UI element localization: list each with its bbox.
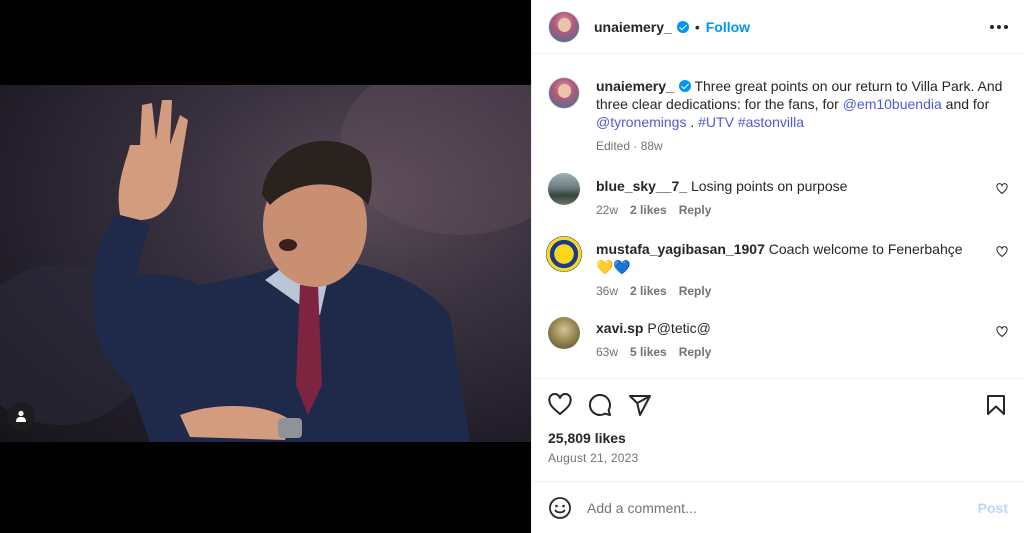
comment-text: P@tetic@ xyxy=(647,320,711,336)
comment-composer: Post xyxy=(532,481,1024,533)
action-icons xyxy=(548,393,1008,417)
comment-icon[interactable] xyxy=(588,393,612,417)
hashtag-link[interactable]: #astonvilla xyxy=(738,114,804,130)
more-options-icon[interactable] xyxy=(990,24,1008,29)
verified-badge-icon xyxy=(678,80,691,92)
comment-likes[interactable]: 2 likes xyxy=(630,284,667,298)
comments-list[interactable]: unaiemery_ Three great points on our ret… xyxy=(532,55,1024,377)
comment-heart-icon[interactable] xyxy=(996,183,1008,195)
separator-dot: • xyxy=(694,18,700,35)
emoji-icon[interactable] xyxy=(548,496,572,520)
commenter-avatar[interactable] xyxy=(548,317,580,349)
photo-illustration xyxy=(0,85,531,442)
author-username[interactable]: unaiemery_ xyxy=(594,19,672,35)
comment-item: mustafa_yagibasan_1907 Coach welcome to … xyxy=(546,236,1008,298)
heart-icon[interactable] xyxy=(548,393,572,417)
commenter-avatar[interactable] xyxy=(548,173,580,205)
post-photo[interactable] xyxy=(0,85,531,442)
post-actions: 25,809 likes August 21, 2023 xyxy=(532,378,1024,465)
edited-label: Edited xyxy=(596,139,631,153)
reply-button[interactable]: Reply xyxy=(679,345,712,359)
caption-username[interactable]: unaiemery_ xyxy=(596,78,674,94)
likes-count[interactable]: 25,809 likes xyxy=(548,430,1008,446)
follow-button[interactable]: Follow xyxy=(706,19,750,35)
commenter-username[interactable]: mustafa_yagibasan_1907 xyxy=(596,241,765,257)
user-tag-button[interactable] xyxy=(7,402,35,430)
verified-badge-icon xyxy=(676,20,689,33)
comment-heart-icon[interactable] xyxy=(996,246,1008,258)
caption-text-part: and for xyxy=(941,96,990,112)
share-icon[interactable] xyxy=(628,393,652,417)
instagram-post-modal: unaiemery_ • Follow unaiemery_ Three gre… xyxy=(0,0,1024,533)
commenter-username[interactable]: blue_sky__7_ xyxy=(596,178,687,194)
post-date[interactable]: August 21, 2023 xyxy=(548,451,1008,465)
caption-time[interactable]: 88w xyxy=(641,139,663,153)
hashtag-link[interactable]: #UTV xyxy=(698,114,734,130)
post-side-panel: unaiemery_ • Follow unaiemery_ Three gre… xyxy=(531,0,1024,533)
caption-meta: Edited · 88w xyxy=(596,139,663,153)
comment-item: blue_sky__7_ Losing points on purpose 22… xyxy=(548,173,1008,217)
reply-button[interactable]: Reply xyxy=(679,284,712,298)
bookmark-icon[interactable] xyxy=(984,393,1008,417)
user-tag-icon xyxy=(16,410,26,422)
add-comment-input[interactable] xyxy=(587,499,978,516)
post-header: unaiemery_ • Follow xyxy=(532,0,1024,54)
post-comment-button[interactable]: Post xyxy=(978,500,1008,516)
caption-text: unaiemery_ Three great points on our ret… xyxy=(596,77,1008,131)
caption-avatar[interactable] xyxy=(548,77,580,109)
comment-time[interactable]: 63w xyxy=(596,345,618,359)
mention-link[interactable]: @em10buendia xyxy=(843,96,942,112)
comment-text: Losing points on purpose xyxy=(690,178,848,194)
comment-likes[interactable]: 5 likes xyxy=(630,345,667,359)
post-media xyxy=(0,0,531,533)
comment-time[interactable]: 22w xyxy=(596,203,618,217)
caption-text-part: . xyxy=(686,114,699,130)
comment-heart-icon[interactable] xyxy=(996,326,1008,338)
commenter-avatar[interactable] xyxy=(546,236,582,272)
author-avatar[interactable] xyxy=(548,10,580,43)
comment-likes[interactable]: 2 likes xyxy=(630,203,667,217)
comment-time[interactable]: 36w xyxy=(596,284,618,298)
reply-button[interactable]: Reply xyxy=(679,203,712,217)
comment-item: xavi.sp P@tetic@ 63w 5 likes Reply xyxy=(548,317,1008,359)
mention-link[interactable]: @tyronemings xyxy=(596,114,686,130)
caption: unaiemery_ Three great points on our ret… xyxy=(548,77,1008,153)
commenter-username[interactable]: xavi.sp xyxy=(596,320,643,336)
